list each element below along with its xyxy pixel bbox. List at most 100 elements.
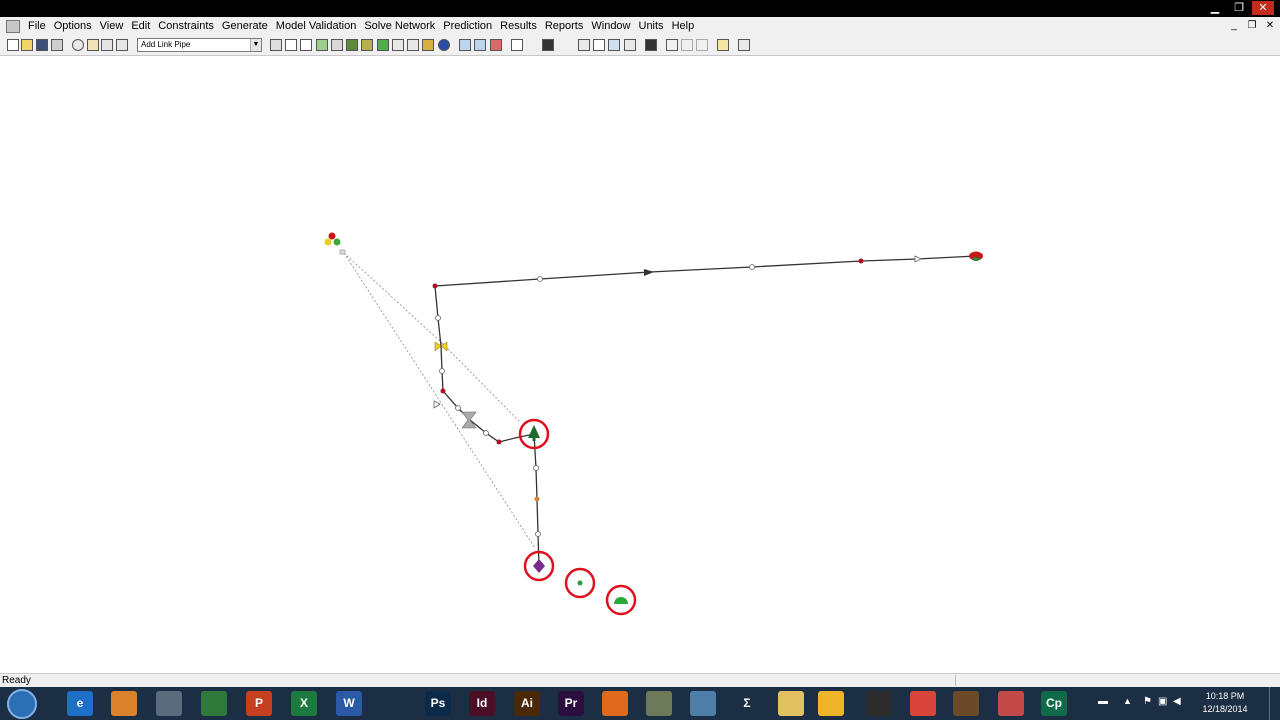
menu-constraints[interactable]: Constraints	[154, 17, 218, 35]
junction-icon[interactable]	[392, 39, 404, 51]
indesign-taskbar-button[interactable]: Id	[469, 691, 495, 716]
tree-node-icon[interactable]	[528, 425, 540, 438]
menu-help[interactable]: Help	[668, 17, 699, 35]
pipe-midpoint[interactable]	[533, 465, 539, 471]
tank-icon[interactable]	[331, 39, 343, 51]
text-tool-icon[interactable]	[285, 39, 297, 51]
start-button[interactable]	[7, 689, 37, 719]
menu-edit[interactable]: Edit	[127, 17, 154, 35]
play-icon[interactable]	[377, 39, 389, 51]
illustrator-taskbar-button[interactable]: Ai	[514, 691, 540, 716]
close-icon[interactable]: ✕	[1252, 1, 1274, 15]
pipe-main-horizontal[interactable]	[434, 255, 977, 287]
sigma-app-taskbar-button[interactable]: Σ	[734, 691, 760, 716]
pipe-vertical-branch[interactable]	[434, 285, 535, 443]
menu-generate[interactable]: Generate	[218, 17, 272, 35]
pipe-draw-icon[interactable]	[300, 39, 312, 51]
premiere-taskbar-button[interactable]: Pr	[558, 691, 584, 716]
discharge-tank-icon[interactable]	[969, 251, 983, 262]
pipe-midpoint[interactable]	[749, 264, 755, 270]
scale-icon[interactable]	[101, 39, 113, 51]
moon-app-taskbar-button[interactable]	[380, 691, 406, 716]
arrow-left-icon[interactable]	[270, 39, 282, 51]
pipe-midpoint[interactable]	[435, 315, 441, 321]
app-diamond-taskbar-button[interactable]	[646, 691, 672, 716]
excel-taskbar-button[interactable]: X	[291, 691, 317, 716]
junction-node[interactable]	[534, 496, 540, 502]
volume-icon[interactable]: ◀	[1173, 696, 1181, 707]
network-app-taskbar-button[interactable]	[201, 691, 227, 716]
junction-node[interactable]	[440, 388, 446, 394]
app-book-taskbar-button[interactable]	[690, 691, 716, 716]
tools-taskbar-button[interactable]	[156, 691, 182, 716]
valve-icon[interactable]	[361, 39, 373, 51]
app-yellow-taskbar-button[interactable]	[818, 691, 844, 716]
network-canvas[interactable]	[0, 56, 1280, 673]
file-app-taskbar-button[interactable]	[111, 691, 137, 716]
open-folder-icon[interactable]	[21, 39, 33, 51]
doc-restore-icon[interactable]: ❐	[1246, 19, 1258, 33]
remove-icon[interactable]	[624, 39, 636, 51]
pipe-midpoint[interactable]	[455, 405, 461, 411]
copyright-icon[interactable]	[72, 39, 84, 51]
chrome-taskbar-button[interactable]	[910, 691, 936, 716]
pipe-app-active-taskbar-button[interactable]	[998, 691, 1024, 716]
zoom-in-icon[interactable]	[459, 39, 471, 51]
network-diagram[interactable]	[0, 56, 1280, 673]
menu-options[interactable]: Options	[50, 17, 96, 35]
reservoir-icon[interactable]	[422, 39, 434, 51]
select-box-icon[interactable]	[542, 39, 554, 51]
minimize-icon[interactable]: ▁	[1204, 1, 1226, 15]
app-keyboard-taskbar-button[interactable]	[866, 691, 892, 716]
pump-icon[interactable]	[346, 39, 358, 51]
print-icon[interactable]	[51, 39, 63, 51]
pipe-midpoint[interactable]	[535, 531, 541, 537]
clock[interactable]: 10:18 PM 12/18/2014	[1190, 690, 1260, 716]
menu-window[interactable]: Window	[587, 17, 634, 35]
folder-taskbar-button[interactable]	[778, 691, 804, 716]
zoom-reset-icon[interactable]	[490, 39, 502, 51]
doc-minimize-icon[interactable]: _	[1228, 19, 1240, 33]
junction-node[interactable]	[496, 439, 502, 445]
pump-icon[interactable]	[644, 269, 654, 276]
network-icon[interactable]: ▣	[1158, 696, 1167, 707]
restore-icon[interactable]: ❐	[1228, 1, 1250, 15]
help-question-icon[interactable]	[717, 39, 729, 51]
menu-file[interactable]: File	[24, 17, 50, 35]
menu-solve-network[interactable]: Solve Network	[360, 17, 439, 35]
photoshop-taskbar-button[interactable]: Ps	[425, 691, 451, 716]
circle-node-icon[interactable]	[438, 39, 450, 51]
pipe-midpoint[interactable]	[439, 368, 445, 374]
small-node-icon[interactable]	[577, 580, 583, 586]
menu-reports[interactable]: Reports	[541, 17, 588, 35]
show-hidden-icon[interactable]: ▲	[1123, 696, 1132, 706]
pipe-midpoint[interactable]	[483, 430, 489, 436]
menu-view[interactable]: View	[96, 17, 128, 35]
person-icon[interactable]	[87, 39, 99, 51]
captivate-taskbar-button[interactable]: Cp	[1041, 691, 1067, 716]
pipe-midpoint[interactable]	[537, 276, 543, 282]
delete-x-icon[interactable]	[511, 39, 523, 51]
dome-node-icon[interactable]	[614, 597, 628, 604]
app-game-taskbar-button[interactable]	[953, 691, 979, 716]
menu-units[interactable]: Units	[635, 17, 668, 35]
keyboard-icon[interactable]: ▬	[1098, 696, 1108, 707]
zoom-out-icon[interactable]	[474, 39, 486, 51]
show-desktop-button[interactable]	[1269, 687, 1280, 720]
app-icon[interactable]	[6, 19, 20, 33]
link-type-dropdown[interactable]: Add Link Pipe ▼	[137, 38, 262, 52]
layout-icon[interactable]	[116, 39, 128, 51]
menu-results[interactable]: Results	[496, 17, 541, 35]
save-icon[interactable]	[36, 39, 48, 51]
add-plus-icon[interactable]	[593, 39, 605, 51]
flag-icon[interactable]	[608, 39, 620, 51]
bookmark-icon[interactable]	[645, 39, 657, 51]
firefox-taskbar-button[interactable]	[602, 691, 628, 716]
junction-node[interactable]	[858, 258, 864, 264]
properties-icon[interactable]	[666, 39, 678, 51]
diamond-node-icon[interactable]	[533, 559, 545, 573]
bend-icon[interactable]	[407, 39, 419, 51]
internet-explorer-taskbar-button[interactable]: e	[67, 691, 93, 716]
undo-icon[interactable]	[738, 39, 750, 51]
doc-close-icon[interactable]: ✕	[1264, 19, 1276, 33]
